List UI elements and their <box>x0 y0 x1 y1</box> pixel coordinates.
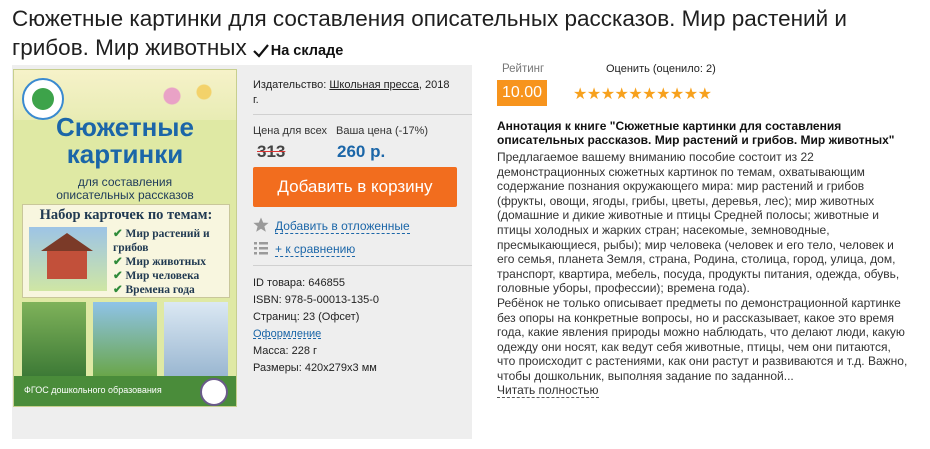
star-icon[interactable]: ★ <box>698 86 712 103</box>
rate-label: Оценить (оценило: 2) <box>606 63 716 75</box>
list-icon <box>254 242 268 255</box>
cover-topics-title: Набор карточек по темам: <box>39 207 213 223</box>
new-price: 260 р. <box>337 142 386 161</box>
product-pages: Страниц: 23 (Офсет) <box>253 311 360 323</box>
cover-farm-illustration <box>93 302 157 376</box>
annotation-title: Аннотация к книге "Сюжетные картинки для… <box>497 119 895 147</box>
check-icon <box>252 44 269 58</box>
add-to-wishlist-label: Добавить в отложенные <box>275 219 410 234</box>
cover-subtitle: для составления описательных рассказов <box>14 176 236 202</box>
product-size: Размеры: 420x279x3 мм <box>253 362 377 374</box>
publisher-link[interactable]: Школьная пресса <box>329 79 419 91</box>
cover-topic-item: Мир растений и грибов <box>113 227 227 255</box>
cover-footer-text: ФГОС дошкольного образования <box>24 385 162 395</box>
product-id: ID товара: 646855 <box>253 277 345 289</box>
publisher-seal-icon <box>200 378 228 406</box>
rating-value-badge: 10.00 <box>497 80 547 106</box>
star-icon[interactable]: ★ <box>573 86 587 103</box>
star-icon <box>253 217 269 232</box>
add-to-compare-link[interactable]: + к сравнению <box>253 240 356 257</box>
cover-house-illustration <box>29 227 107 291</box>
publisher-info: Издательство: Школьная пресса, 2018 г. <box>253 78 458 108</box>
read-more-link[interactable]: Читать полностью <box>497 383 599 398</box>
star-icon[interactable]: ★ <box>684 86 698 103</box>
star-icon[interactable]: ★ <box>656 86 670 103</box>
cover-illustrations <box>22 302 228 376</box>
cover-forest-illustration <box>22 302 86 376</box>
annotation-text: Предлагаемое вашему вниманию пособие сос… <box>497 150 911 384</box>
new-price-label: Ваша цена (-17%) <box>336 125 429 137</box>
cover-title: Сюжетные картинки <box>14 114 236 168</box>
rating-stars[interactable]: ★★★★★★★★★★ <box>573 84 712 104</box>
cover-topics-list: Мир растений и грибов Мир животных Мир ч… <box>113 227 227 297</box>
cover-topic-item: Времена года <box>113 283 227 297</box>
product-isbn: ISBN: 978-5-00013-135-0 <box>253 294 379 306</box>
cover-topics-box: Набор карточек по темам: Мир растений и … <box>22 204 230 298</box>
product-details: ID товара: 646855 ISBN: 978-5-00013-135-… <box>253 275 379 377</box>
cover-footer: ФГОС дошкольного образования <box>14 376 236 406</box>
cover-title-line2: картинки <box>66 139 184 169</box>
publisher-label: Издательство: <box>253 79 327 91</box>
star-icon[interactable]: ★ <box>628 86 642 103</box>
book-cover-image[interactable]: Сюжетные картинки для составления описат… <box>13 69 237 407</box>
star-icon[interactable]: ★ <box>587 86 601 103</box>
product-title-text: Сюжетные картинки для составления описат… <box>12 6 847 60</box>
old-price: 313 <box>257 142 286 161</box>
cover-winter-illustration <box>164 302 228 376</box>
stock-status-label: На складе <box>270 43 344 59</box>
star-icon[interactable]: ★ <box>601 86 615 103</box>
cover-flower-icon <box>148 76 228 116</box>
star-icon[interactable]: ★ <box>670 86 684 103</box>
cover-title-line1: Сюжетные <box>56 112 194 142</box>
divider <box>253 265 472 266</box>
rating-label: Рейтинг <box>502 63 545 75</box>
stock-status: На складе <box>247 43 344 59</box>
product-weight: Масса: 228 г <box>253 345 318 357</box>
divider <box>253 114 472 115</box>
add-to-compare-label: + к сравнению <box>275 242 356 257</box>
add-to-wishlist-link[interactable]: Добавить в отложенные <box>253 217 410 234</box>
cover-topic-item: Мир человека <box>113 269 227 283</box>
cover-subtitle-line2: описательных рассказов <box>56 188 194 202</box>
add-to-cart-button[interactable]: Добавить в корзину <box>253 167 457 207</box>
product-title: Сюжетные картинки для составления описат… <box>12 4 912 66</box>
star-icon[interactable]: ★ <box>642 86 656 103</box>
old-price-label: Цена для всех <box>253 125 327 137</box>
star-icon[interactable]: ★ <box>615 86 629 103</box>
cover-topic-item: Мир животных <box>113 255 227 269</box>
annotation-paragraph: Предлагаемое вашему вниманию пособие сос… <box>497 150 900 296</box>
annotation-paragraph: Ребёнок не только описывает предметы по … <box>497 295 908 383</box>
design-link[interactable]: Оформление <box>253 326 379 343</box>
